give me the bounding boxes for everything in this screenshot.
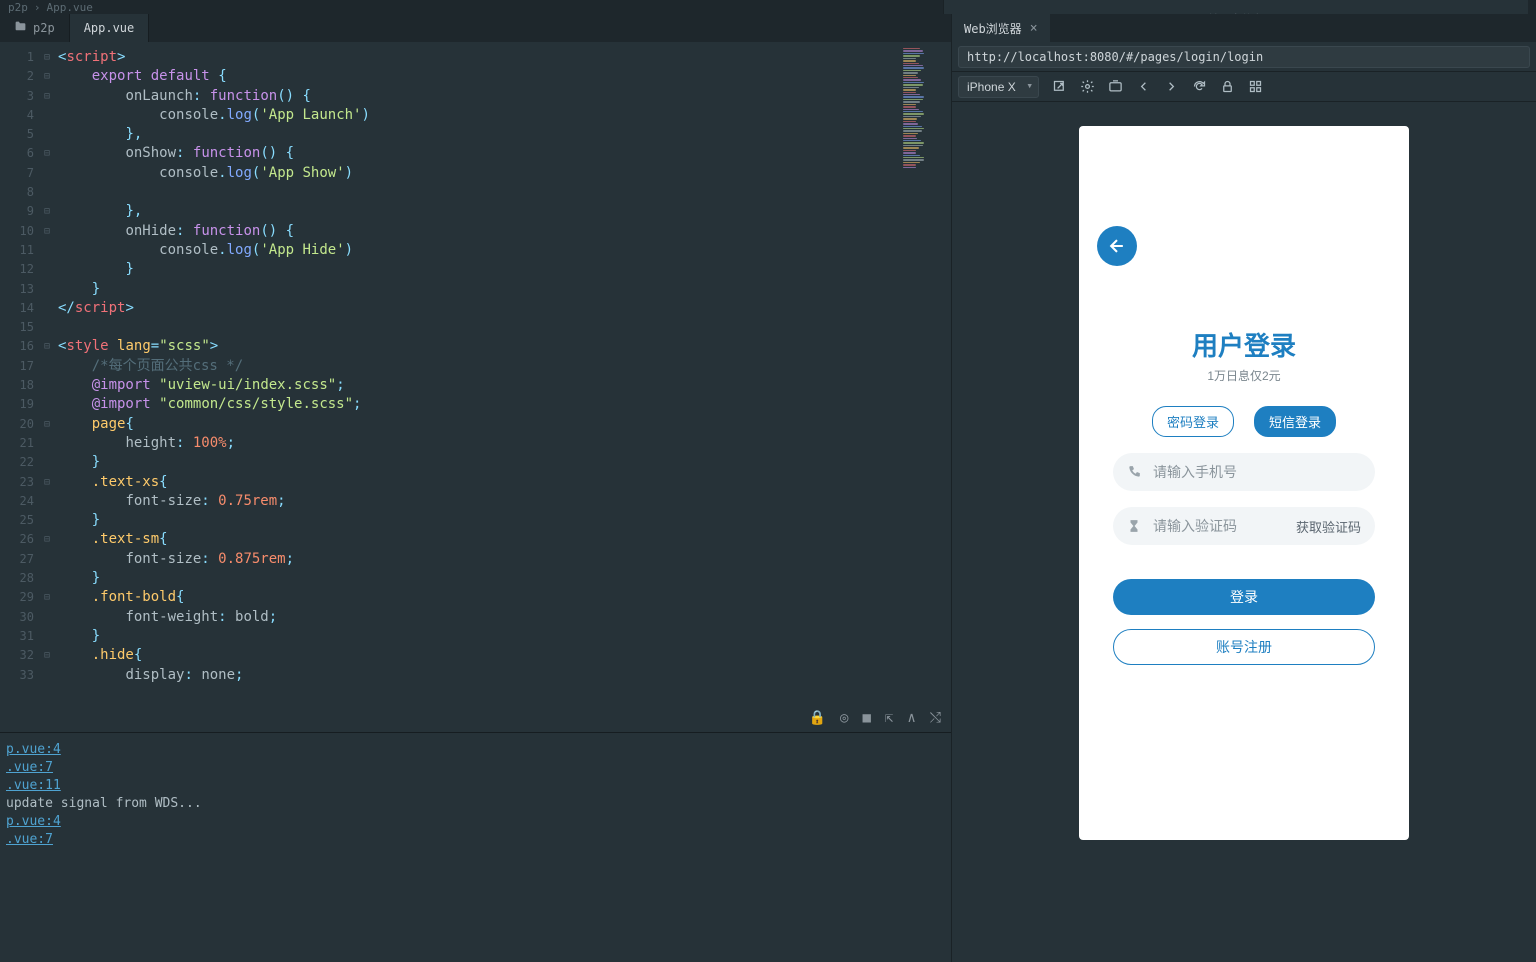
nav-back-icon[interactable] bbox=[1135, 79, 1151, 95]
console-line[interactable]: .vue:11 bbox=[6, 777, 945, 795]
collapse-up-icon[interactable]: ∧ bbox=[907, 710, 915, 726]
editor-footer-icons: 🔒 ◎ ■ ⇱ ∧ ⤭ bbox=[809, 710, 941, 726]
stop-icon[interactable]: ■ bbox=[862, 710, 870, 726]
gear-icon[interactable] bbox=[1079, 79, 1095, 95]
code-editor[interactable]: 1234567891011121314151617181920212223242… bbox=[0, 42, 951, 732]
screenshot-icon[interactable] bbox=[1107, 79, 1123, 95]
breadcrumb-bar: p2p › App.vue 输入文件名 bbox=[0, 0, 1536, 14]
minimap[interactable] bbox=[903, 48, 945, 168]
console-line[interactable]: p.vue:4 bbox=[6, 741, 945, 759]
console-line[interactable]: .vue:7 bbox=[6, 759, 945, 777]
breadcrumb-root[interactable]: p2p bbox=[8, 1, 28, 14]
login-button[interactable]: 登录 bbox=[1113, 579, 1375, 615]
editor-tabs: p2p App.vue bbox=[0, 14, 951, 42]
register-button[interactable]: 账号注册 bbox=[1113, 629, 1375, 665]
browser-toolbar: iPhone X bbox=[952, 72, 1536, 102]
lock-icon[interactable]: 🔒 bbox=[809, 710, 826, 726]
back-button[interactable] bbox=[1097, 226, 1137, 266]
login-title: 用户登录 bbox=[1192, 326, 1296, 363]
folder-icon bbox=[14, 20, 27, 36]
phone-input[interactable]: 请输入手机号 bbox=[1113, 453, 1375, 491]
close-icon[interactable]: × bbox=[1030, 21, 1038, 36]
shuffle-icon[interactable]: ⤭ bbox=[930, 710, 941, 726]
code-input[interactable]: 请输入验证码 获取验证码 bbox=[1113, 507, 1375, 545]
grid-icon[interactable] bbox=[1247, 79, 1263, 95]
console-line: update signal from WDS... bbox=[6, 795, 945, 813]
reload-icon[interactable] bbox=[1191, 79, 1207, 95]
tab-file-label: App.vue bbox=[84, 21, 135, 35]
web-browser-panel: Web浏览器 × iPhone X bbox=[951, 14, 1536, 962]
address-bar[interactable] bbox=[958, 46, 1530, 68]
tab-file-appvue[interactable]: App.vue bbox=[70, 14, 150, 42]
console-line[interactable]: p.vue:4 bbox=[6, 813, 945, 831]
console-line[interactable]: .vue:7 bbox=[6, 831, 945, 849]
login-subtitle: 1万日息仅2元 bbox=[1207, 367, 1280, 384]
search-files-icon[interactable] bbox=[1228, 0, 1244, 3]
get-code-button[interactable]: 获取验证码 bbox=[1296, 517, 1361, 536]
tab-sms-login[interactable]: 短信登录 bbox=[1254, 406, 1336, 437]
tab-folder-p2p[interactable]: p2p bbox=[0, 14, 70, 42]
code-input-placeholder: 请输入验证码 bbox=[1153, 516, 1237, 536]
console-panel[interactable]: p.vue:4.vue:7.vue:11 update signal from … bbox=[0, 732, 951, 962]
nav-forward-icon[interactable] bbox=[1163, 79, 1179, 95]
browser-tab-title: Web浏览器 bbox=[964, 20, 1022, 37]
browser-tab[interactable]: Web浏览器 × bbox=[952, 14, 1050, 42]
code-body[interactable]: <script> export default { onLaunch: func… bbox=[54, 42, 951, 732]
target-icon[interactable]: ◎ bbox=[840, 710, 848, 726]
gutter: 1234567891011121314151617181920212223242… bbox=[0, 42, 40, 732]
phone-icon bbox=[1127, 465, 1143, 479]
open-external-icon[interactable] bbox=[1051, 79, 1067, 95]
phone-input-placeholder: 请输入手机号 bbox=[1153, 462, 1237, 482]
lock-icon[interactable] bbox=[1219, 79, 1235, 95]
tab-folder-label: p2p bbox=[33, 21, 55, 35]
hourglass-icon bbox=[1127, 519, 1143, 533]
device-select[interactable]: iPhone X bbox=[958, 76, 1039, 98]
breadcrumb-sep: › bbox=[34, 1, 41, 14]
phone-preview: 用户登录 1万日息仅2元 密码登录 短信登录 请输入手机号 bbox=[1079, 126, 1409, 840]
breadcrumb-file[interactable]: App.vue bbox=[47, 1, 93, 14]
fold-column: ⊟⊟⊟⊟⊟⊟⊟⊟⊟⊟⊟⊟ bbox=[40, 42, 54, 732]
tab-password-login[interactable]: 密码登录 bbox=[1152, 406, 1234, 437]
export-icon[interactable]: ⇱ bbox=[885, 710, 893, 726]
